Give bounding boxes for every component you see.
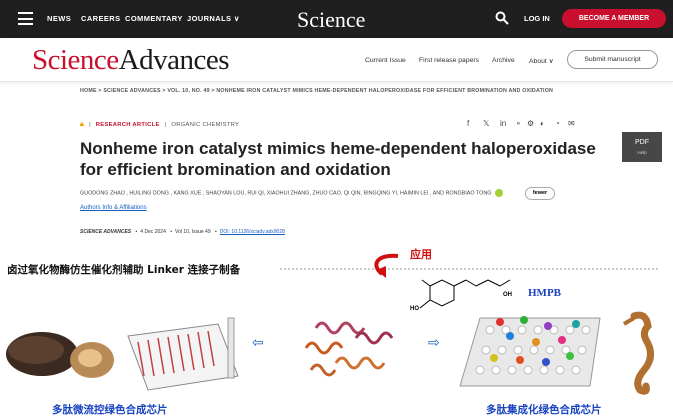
login-link[interactable]: LOG IN <box>524 14 550 23</box>
about-link[interactable]: About ∨ <box>529 57 554 65</box>
linkedin-icon[interactable]: in <box>500 119 506 128</box>
apply-label: 应用 <box>410 248 432 261</box>
archive-link[interactable]: Archive <box>492 57 515 64</box>
top-navigation-bar: NEWS CAREERS COMMENTARY JOURNALS ∨ Scien… <box>0 0 673 38</box>
oh-label: OH <box>503 292 512 298</box>
left-arrow-icon: ⇦ <box>252 334 264 350</box>
x-icon[interactable]: 𝕏 <box>483 119 489 128</box>
whatsapp-icon[interactable]: ◔ <box>555 119 560 128</box>
pdf-button[interactable]: PDF Help <box>622 132 662 162</box>
menu-icon[interactable] <box>18 12 33 25</box>
science-advances-logo[interactable]: ScienceAdvances <box>32 44 230 77</box>
wechat-icon[interactable]: ⚬ <box>515 119 522 128</box>
seahorse-image <box>622 311 654 395</box>
facebook-icon[interactable]: f <box>467 119 469 128</box>
breadcrumb[interactable]: HOME > SCIENCE ADVANCES > VOL. 10, NO. 4… <box>80 88 553 94</box>
fewer-authors-button[interactable]: fewer <box>525 187 555 200</box>
authors-affiliations-link[interactable]: Authors Info & Affiliations <box>80 205 147 211</box>
nav-careers[interactable]: CAREERS <box>81 14 120 23</box>
sea-cucumber-image <box>6 332 114 378</box>
integrated-chip-image <box>459 316 601 387</box>
reddit-icon[interactable]: ⚙ <box>527 119 534 128</box>
weibo-icon[interactable]: ◐ <box>540 119 545 128</box>
nav-commentary[interactable]: COMMENTARY <box>125 14 183 23</box>
curved-arrow-icon <box>374 253 399 278</box>
protein-structure-image <box>304 321 394 377</box>
nav-news[interactable]: NEWS <box>47 14 71 23</box>
citation-line: SCIENCE ADVANCES • 4 Dec 2024 • Vol 10, Is… <box>80 229 285 235</box>
article-title: Nonheme iron catalyst mimics heme-depend… <box>80 139 596 179</box>
nav-journals[interactable]: JOURNALS ∨ <box>187 14 240 23</box>
microfluidic-chip-image <box>127 317 239 391</box>
linker-preparation-text: 卤过氧化物酶仿生催化剂辅助 Linker 连接子制备 <box>7 264 241 276</box>
submit-manuscript-button[interactable]: Submit manuscript <box>567 50 658 69</box>
lock-icon: 🔒︎ <box>80 121 85 128</box>
email-icon[interactable]: ✉ <box>568 119 575 128</box>
search-icon[interactable] <box>495 11 509 25</box>
orcid-icon[interactable] <box>494 189 503 197</box>
right-arrow-icon: ⇨ <box>428 334 440 350</box>
current-issue-link[interactable]: Current Issue <box>365 57 406 64</box>
hmpb-label: HMPB <box>528 287 561 299</box>
right-caption: 多肽集成化绿色合成芯片 <box>486 404 602 416</box>
author-list[interactable]: GUODONG ZHAO , HUILING DONG , KANG XUE ,… <box>80 189 550 197</box>
dotted-divider <box>280 268 660 270</box>
science-logo[interactable]: Science <box>297 7 365 33</box>
become-member-button[interactable]: BECOME A MEMBER <box>562 9 666 28</box>
article-type: 🔒︎ | RESEARCH ARTICLE | ORGANIC CHEMISTR… <box>80 121 240 128</box>
left-caption: 多肽微流控绿色合成芯片 <box>52 404 168 416</box>
doi-link[interactable]: DOI: 10.1126/sciadv.ads9028 <box>220 229 285 235</box>
first-release-link[interactable]: First release papers <box>419 57 479 64</box>
